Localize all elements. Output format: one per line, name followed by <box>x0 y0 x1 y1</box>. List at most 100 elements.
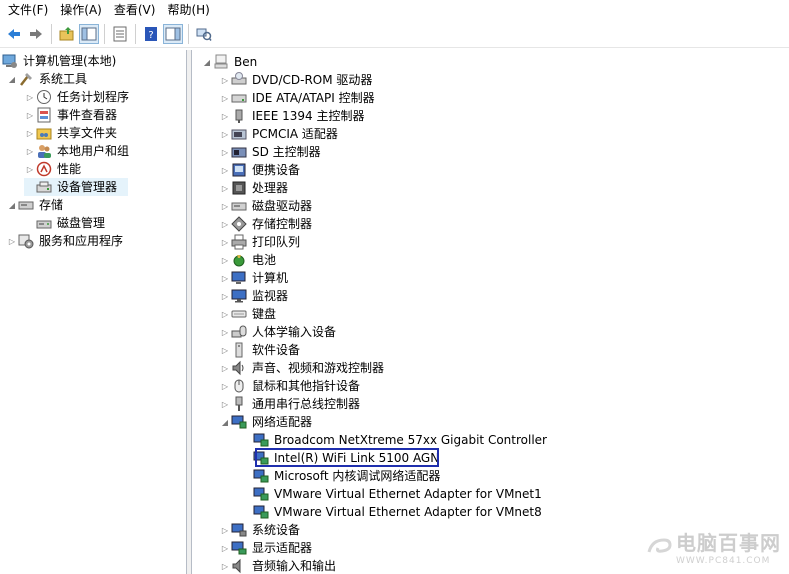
expand-arrow-icon[interactable]: ▷ <box>219 179 231 197</box>
tree-item-device-manager[interactable]: 设备管理器 <box>24 178 128 196</box>
menu-view[interactable]: 查看(V) <box>108 0 162 20</box>
device-category[interactable]: ▷ 显示适配器 <box>219 539 314 557</box>
tree-label: 存储 <box>39 198 64 212</box>
tree-item-performance[interactable]: ▷ 性能 <box>24 160 83 178</box>
pane-splitter[interactable] <box>187 50 192 574</box>
expand-arrow-icon[interactable]: ▷ <box>219 539 231 557</box>
toolbar-separator <box>104 23 105 44</box>
device-category[interactable]: ▷ 声音、视频和游戏控制器 <box>219 359 386 377</box>
menu-action[interactable]: 操作(A) <box>54 0 108 20</box>
tree-item-local-users[interactable]: ▷ 本地用户和组 <box>24 142 131 160</box>
expand-arrow-icon[interactable]: ▷ <box>219 215 231 233</box>
category-label: 计算机 <box>252 271 289 285</box>
device-category[interactable]: ▷ 键盘 <box>219 305 278 323</box>
tree-item-services-apps[interactable]: ▷ 服务和应用程序 <box>6 232 125 250</box>
network-adapter-item[interactable]: VMware Virtual Ethernet Adapter for VMne… <box>253 485 544 503</box>
network-adapter-icon <box>231 414 247 430</box>
expand-arrow-icon[interactable]: ▷ <box>219 125 231 143</box>
forward-arrow-icon[interactable] <box>26 24 46 44</box>
category-label: PCMCIA 适配器 <box>252 127 338 141</box>
expand-arrow-icon[interactable]: ▷ <box>219 143 231 161</box>
expand-arrow-icon[interactable]: ▷ <box>24 106 36 124</box>
expand-arrow-icon[interactable]: ▷ <box>219 377 231 395</box>
tree-item-event-viewer[interactable]: ▷ 事件查看器 <box>24 106 119 124</box>
collapse-arrow-icon[interactable]: ◢ <box>219 413 231 431</box>
show-hide-tree-icon[interactable] <box>79 23 99 44</box>
software-device-icon <box>231 342 247 358</box>
help-icon[interactable]: ? <box>141 24 161 44</box>
device-category[interactable]: ▷ 音频输入和输出 <box>219 557 338 574</box>
device-category[interactable]: ▷ IDE ATA/ATAPI 控制器 <box>219 89 377 107</box>
device-category[interactable]: ▷ 鼠标和其他指针设备 <box>219 377 362 395</box>
computer-category-icon <box>231 270 247 286</box>
expand-arrow-icon[interactable]: ▷ <box>219 197 231 215</box>
storage-controller-icon <box>231 216 247 232</box>
expand-arrow-icon[interactable]: ▷ <box>219 557 231 574</box>
expand-arrow-icon[interactable]: ▷ <box>219 359 231 377</box>
collapse-arrow-icon[interactable]: ◢ <box>6 70 18 88</box>
device-category[interactable]: ▷ 通用串行总线控制器 <box>219 395 362 413</box>
properties-icon[interactable] <box>110 24 130 44</box>
expand-arrow-icon[interactable]: ▷ <box>24 88 36 106</box>
device-category[interactable]: ▷ 电池 <box>219 251 278 269</box>
expand-arrow-icon[interactable]: ▷ <box>219 233 231 251</box>
show-action-pane-icon[interactable] <box>163 23 183 44</box>
collapse-arrow-icon[interactable]: ◢ <box>6 196 18 214</box>
device-category[interactable]: ▷ SD 主控制器 <box>219 143 323 161</box>
expand-arrow-icon[interactable]: ▷ <box>24 124 36 142</box>
device-category[interactable]: ▷ IEEE 1394 主控制器 <box>219 107 366 125</box>
device-category[interactable]: ▷ PCMCIA 适配器 <box>219 125 340 143</box>
network-adapter-item[interactable]: VMware Virtual Ethernet Adapter for VMne… <box>253 503 544 521</box>
device-category[interactable]: ▷ 处理器 <box>219 179 290 197</box>
expand-arrow-icon[interactable]: ▷ <box>219 161 231 179</box>
network-adapter-item[interactable]: Microsoft 内核调试网络适配器 <box>253 467 442 485</box>
expand-arrow-icon[interactable]: ▷ <box>219 521 231 539</box>
tree-root[interactable]: 计算机管理(本地) <box>2 52 118 70</box>
device-category-network[interactable]: ◢ 网络适配器 <box>219 413 314 431</box>
device-category[interactable]: ▷ 系统设备 <box>219 521 302 539</box>
tree-item-system-tools[interactable]: ◢ 系统工具 <box>6 70 89 88</box>
device-category[interactable]: ▷ 磁盘驱动器 <box>219 197 314 215</box>
expand-arrow-icon[interactable]: ▷ <box>219 305 231 323</box>
back-arrow-icon[interactable] <box>4 24 24 44</box>
expand-arrow-icon[interactable]: ▷ <box>219 251 231 269</box>
device-category[interactable]: ▷ 计算机 <box>219 269 290 287</box>
tree-label: 磁盘管理 <box>57 216 106 230</box>
device-category[interactable]: ▷ 人体学输入设备 <box>219 323 338 341</box>
up-folder-icon[interactable] <box>57 24 77 44</box>
users-icon <box>36 143 52 159</box>
device-category[interactable]: ▷ DVD/CD-ROM 驱动器 <box>219 71 374 89</box>
menu-help[interactable]: 帮助(H) <box>161 0 215 20</box>
device-category[interactable]: ▷ 打印队列 <box>219 233 302 251</box>
menu-file[interactable]: 文件(F) <box>2 0 54 20</box>
expand-arrow-icon[interactable]: ▷ <box>219 395 231 413</box>
tree-item-storage[interactable]: ◢ 存储 <box>6 196 65 214</box>
device-category[interactable]: ▷ 存储控制器 <box>219 215 314 233</box>
device-category[interactable]: ▷ 便携设备 <box>219 161 302 179</box>
expand-arrow-icon[interactable]: ▷ <box>219 89 231 107</box>
expand-arrow-icon[interactable]: ▷ <box>219 287 231 305</box>
expand-arrow-icon[interactable]: ▷ <box>219 341 231 359</box>
category-label: 通用串行总线控制器 <box>252 397 361 411</box>
computer-management-icon <box>2 53 18 69</box>
tree-item-task-scheduler[interactable]: ▷ 任务计划程序 <box>24 88 131 106</box>
tree-item-disk-management[interactable]: 磁盘管理 <box>24 214 107 232</box>
expand-arrow-icon[interactable]: ▷ <box>6 232 18 250</box>
network-adapter-item[interactable]: Broadcom NetXtreme 57xx Gigabit Controll… <box>253 431 549 449</box>
expand-arrow-icon[interactable]: ▷ <box>24 160 36 178</box>
tree-item-computer-root[interactable]: ◢ Ben <box>201 53 259 71</box>
device-category[interactable]: ▷ 软件设备 <box>219 341 302 359</box>
device-category[interactable]: ▷ 监视器 <box>219 287 290 305</box>
expand-arrow-icon[interactable]: ▷ <box>219 323 231 341</box>
toolbar-separator <box>188 23 189 44</box>
expand-arrow-icon[interactable]: ▷ <box>219 107 231 125</box>
network-card-icon <box>253 432 269 448</box>
expand-arrow-icon[interactable]: ▷ <box>24 142 36 160</box>
navigation-tree: 计算机管理(本地) ◢ 系统工具 ▷ 任务计划程序 ▷ 事件查看器 ▷ 共享文件… <box>0 50 187 574</box>
expand-arrow-icon[interactable]: ▷ <box>219 71 231 89</box>
scan-hardware-icon[interactable] <box>194 24 214 44</box>
tree-item-shared-folders[interactable]: ▷ 共享文件夹 <box>24 124 119 142</box>
expand-arrow-icon[interactable]: ▷ <box>219 269 231 287</box>
collapse-arrow-icon[interactable]: ◢ <box>201 53 213 71</box>
